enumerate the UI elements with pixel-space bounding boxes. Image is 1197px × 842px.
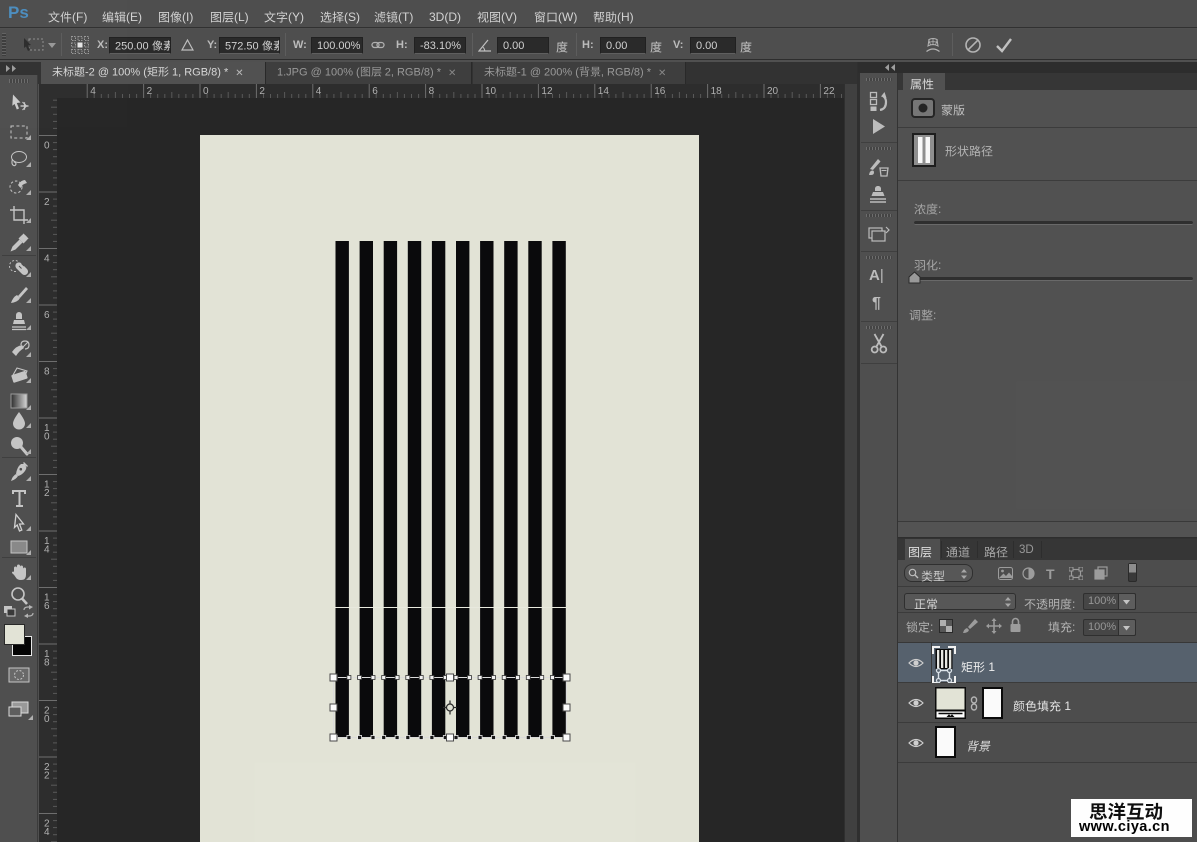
svg-text:18: 18 <box>711 86 723 97</box>
svg-text:12: 12 <box>541 86 553 97</box>
svg-text:8: 8 <box>44 367 50 378</box>
svg-text:4: 4 <box>90 86 96 97</box>
svg-text:0: 0 <box>44 141 50 152</box>
svg-text:16: 16 <box>654 86 666 97</box>
svg-text:20: 20 <box>767 86 779 97</box>
svg-text:22: 22 <box>823 86 835 97</box>
svg-text:0: 0 <box>203 86 209 97</box>
svg-text:2: 2 <box>147 86 153 97</box>
svg-text:8: 8 <box>429 86 435 97</box>
svg-text:2: 2 <box>44 771 50 782</box>
svg-text:8: 8 <box>44 658 50 669</box>
svg-text:0: 0 <box>44 432 50 443</box>
svg-text:10: 10 <box>485 86 497 97</box>
svg-text:6: 6 <box>44 310 50 321</box>
svg-text:2: 2 <box>44 488 50 499</box>
svg-text:4: 4 <box>316 86 322 97</box>
svg-text:4: 4 <box>44 254 50 265</box>
svg-text:4: 4 <box>44 827 50 838</box>
svg-text:6: 6 <box>372 86 378 97</box>
svg-text:2: 2 <box>259 86 265 97</box>
svg-text:4: 4 <box>44 545 50 556</box>
svg-text:6: 6 <box>44 601 50 612</box>
svg-text:14: 14 <box>598 86 610 97</box>
svg-text:0: 0 <box>44 714 50 725</box>
svg-text:2: 2 <box>44 197 50 208</box>
